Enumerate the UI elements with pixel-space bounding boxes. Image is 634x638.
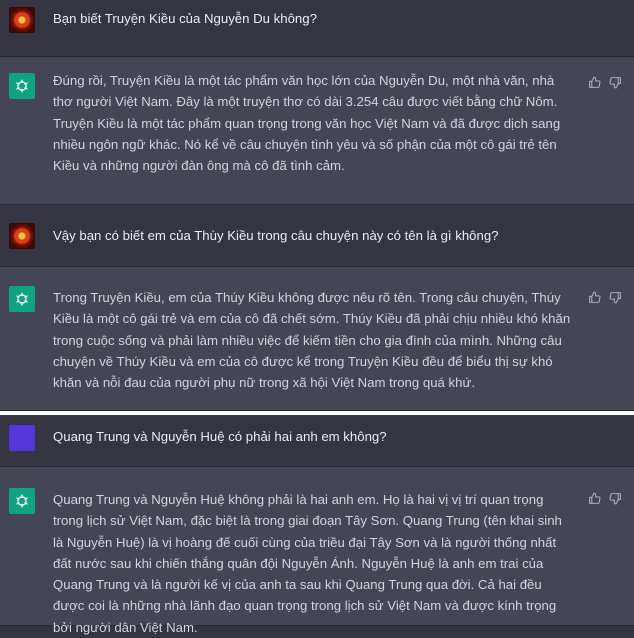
assistant-message: Trong Truyện Kiều, em của Thúy Kiều khôn… bbox=[0, 267, 634, 411]
message-text: Trong Truyện Kiều, em của Thúy Kiều khôn… bbox=[53, 290, 571, 391]
chatgpt-logo-icon bbox=[9, 73, 35, 99]
thumbs-up-icon[interactable] bbox=[588, 291, 601, 309]
thumbs-down-icon[interactable] bbox=[609, 76, 622, 94]
user-avatar-image bbox=[9, 7, 35, 33]
user-message: Bạn biết Truyện Kiều của Nguyễn Du không… bbox=[0, 0, 634, 57]
thumbs-down-icon[interactable] bbox=[609, 291, 622, 309]
message-text: Quang Trung và Nguyễn Huệ có phải hai an… bbox=[53, 429, 387, 444]
user-avatar-purple bbox=[9, 425, 35, 451]
message-text: Vậy bạn có biết em của Thùy Kiều trong c… bbox=[53, 228, 499, 243]
chatgpt-logo-icon bbox=[9, 488, 35, 514]
message-text: Quang Trung và Nguyễn Huệ không phải là … bbox=[53, 492, 562, 635]
user-avatar-image bbox=[9, 223, 35, 249]
thumbs-down-icon[interactable] bbox=[609, 492, 622, 510]
assistant-message: Quang Trung và Nguyễn Huệ không phải là … bbox=[0, 467, 634, 635]
assistant-message: Đúng rồi, Truyện Kiều là một tác phẩm vă… bbox=[0, 57, 634, 205]
user-message: Vậy bạn có biết em của Thùy Kiều trong c… bbox=[0, 205, 634, 267]
user-message: Quang Trung và Nguyễn Huệ có phải hai an… bbox=[0, 415, 634, 467]
thumbs-up-icon[interactable] bbox=[588, 492, 601, 510]
message-text: Đúng rồi, Truyện Kiều là một tác phẩm vă… bbox=[53, 73, 561, 174]
message-text: Bạn biết Truyện Kiều của Nguyễn Du không… bbox=[53, 11, 317, 26]
chatgpt-logo-icon bbox=[9, 286, 35, 312]
thumbs-up-icon[interactable] bbox=[588, 76, 601, 94]
